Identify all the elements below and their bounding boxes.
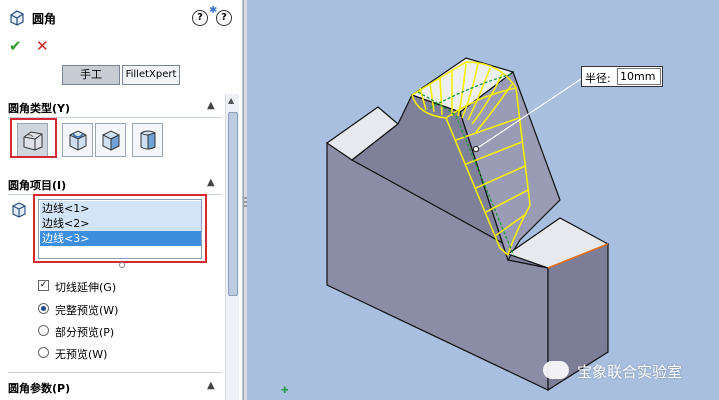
partial-preview-radio[interactable] xyxy=(38,325,49,336)
watermark-text: 宝象联合实验室 xyxy=(577,363,683,381)
cancel-button[interactable]: ✕ xyxy=(36,37,49,55)
help-button[interactable]: ? xyxy=(216,10,232,26)
list-item[interactable]: 边线<1> xyxy=(40,201,201,216)
tab-filletxpert[interactable]: FilletXpert xyxy=(122,65,180,85)
edge-selection-icon xyxy=(11,201,27,222)
partial-preview-label: 部分预览(P) xyxy=(55,326,115,339)
leader-anchor-point xyxy=(472,145,480,153)
edges-listbox[interactable]: 边线<1> 边线<2> 边线<3> xyxy=(38,199,202,259)
fillet-params-title: 圆角参数(P) xyxy=(8,382,71,395)
model-3d-view[interactable] xyxy=(247,0,719,400)
full-preview-label: 完整预览(W) xyxy=(55,304,119,317)
variable-radius-fillet-icon xyxy=(69,130,87,151)
graphics-viewport[interactable] xyxy=(247,0,719,400)
constant-radius-fillet-button[interactable] xyxy=(17,123,48,157)
fillet-feature-icon xyxy=(8,9,26,30)
whats-new-button[interactable]: ? xyxy=(192,10,208,26)
divider xyxy=(8,194,222,195)
face-fillet-icon xyxy=(102,130,120,151)
list-item[interactable]: 边线<3> xyxy=(40,231,201,246)
property-manager-panel: 圆角 ? ✱ ? ✔ ✕ 手工 FilletXpert 圆角类型(Y) ▲ 圆角… xyxy=(0,0,243,400)
radius-input[interactable]: 10mm xyxy=(617,68,661,85)
wechat-logo-icon xyxy=(543,361,569,379)
fillet-type-section-header[interactable]: 圆角类型(Y) ▲ xyxy=(0,98,224,116)
scroll-up-arrow-icon[interactable]: ▲ xyxy=(228,96,234,105)
list-item[interactable]: 边线<2> xyxy=(40,216,201,231)
panel-title: 圆角 xyxy=(32,12,57,26)
full-preview-radio[interactable] xyxy=(38,303,49,314)
radius-label: 半径: xyxy=(585,72,611,85)
tangent-propagation-label: 切线延伸(G) xyxy=(55,281,117,294)
triad-axis-icon: ✚ xyxy=(281,386,289,396)
divider xyxy=(8,372,222,373)
divider xyxy=(8,117,222,118)
panel-scrollbar[interactable]: ▲ xyxy=(225,94,239,400)
no-preview-label: 无预览(W) xyxy=(55,348,108,361)
full-round-fillet-button[interactable] xyxy=(132,123,163,157)
tangent-propagation-checkbox[interactable]: ✓ xyxy=(38,280,49,291)
constant-radius-fillet-icon xyxy=(23,131,43,151)
full-round-fillet-icon xyxy=(140,130,156,150)
tab-manual[interactable]: 手工 xyxy=(62,65,120,85)
listbox-resize-handle[interactable] xyxy=(119,262,125,268)
scrollbar-thumb[interactable] xyxy=(228,112,238,296)
no-preview-radio[interactable] xyxy=(38,347,49,358)
chevron-up-icon[interactable]: ▲ xyxy=(207,177,215,188)
face-fillet-button[interactable] xyxy=(95,123,126,157)
radius-dimension-callout[interactable]: 半径: 10mm xyxy=(581,66,663,87)
variable-radius-fillet-button[interactable] xyxy=(62,123,93,157)
panel-header: 圆角 ? ✱ ? xyxy=(8,5,236,30)
chevron-up-icon[interactable]: ▲ xyxy=(207,380,215,391)
ok-button[interactable]: ✔ xyxy=(9,37,22,55)
fillet-params-section-header[interactable]: 圆角参数(P) ▲ xyxy=(0,378,224,396)
fillet-items-section-header[interactable]: 圆角项目(I) ▲ xyxy=(0,175,224,193)
fillet-type-title: 圆角类型(Y) xyxy=(8,102,71,115)
chevron-up-icon[interactable]: ▲ xyxy=(207,100,215,111)
fillet-items-title: 圆角项目(I) xyxy=(8,179,67,192)
